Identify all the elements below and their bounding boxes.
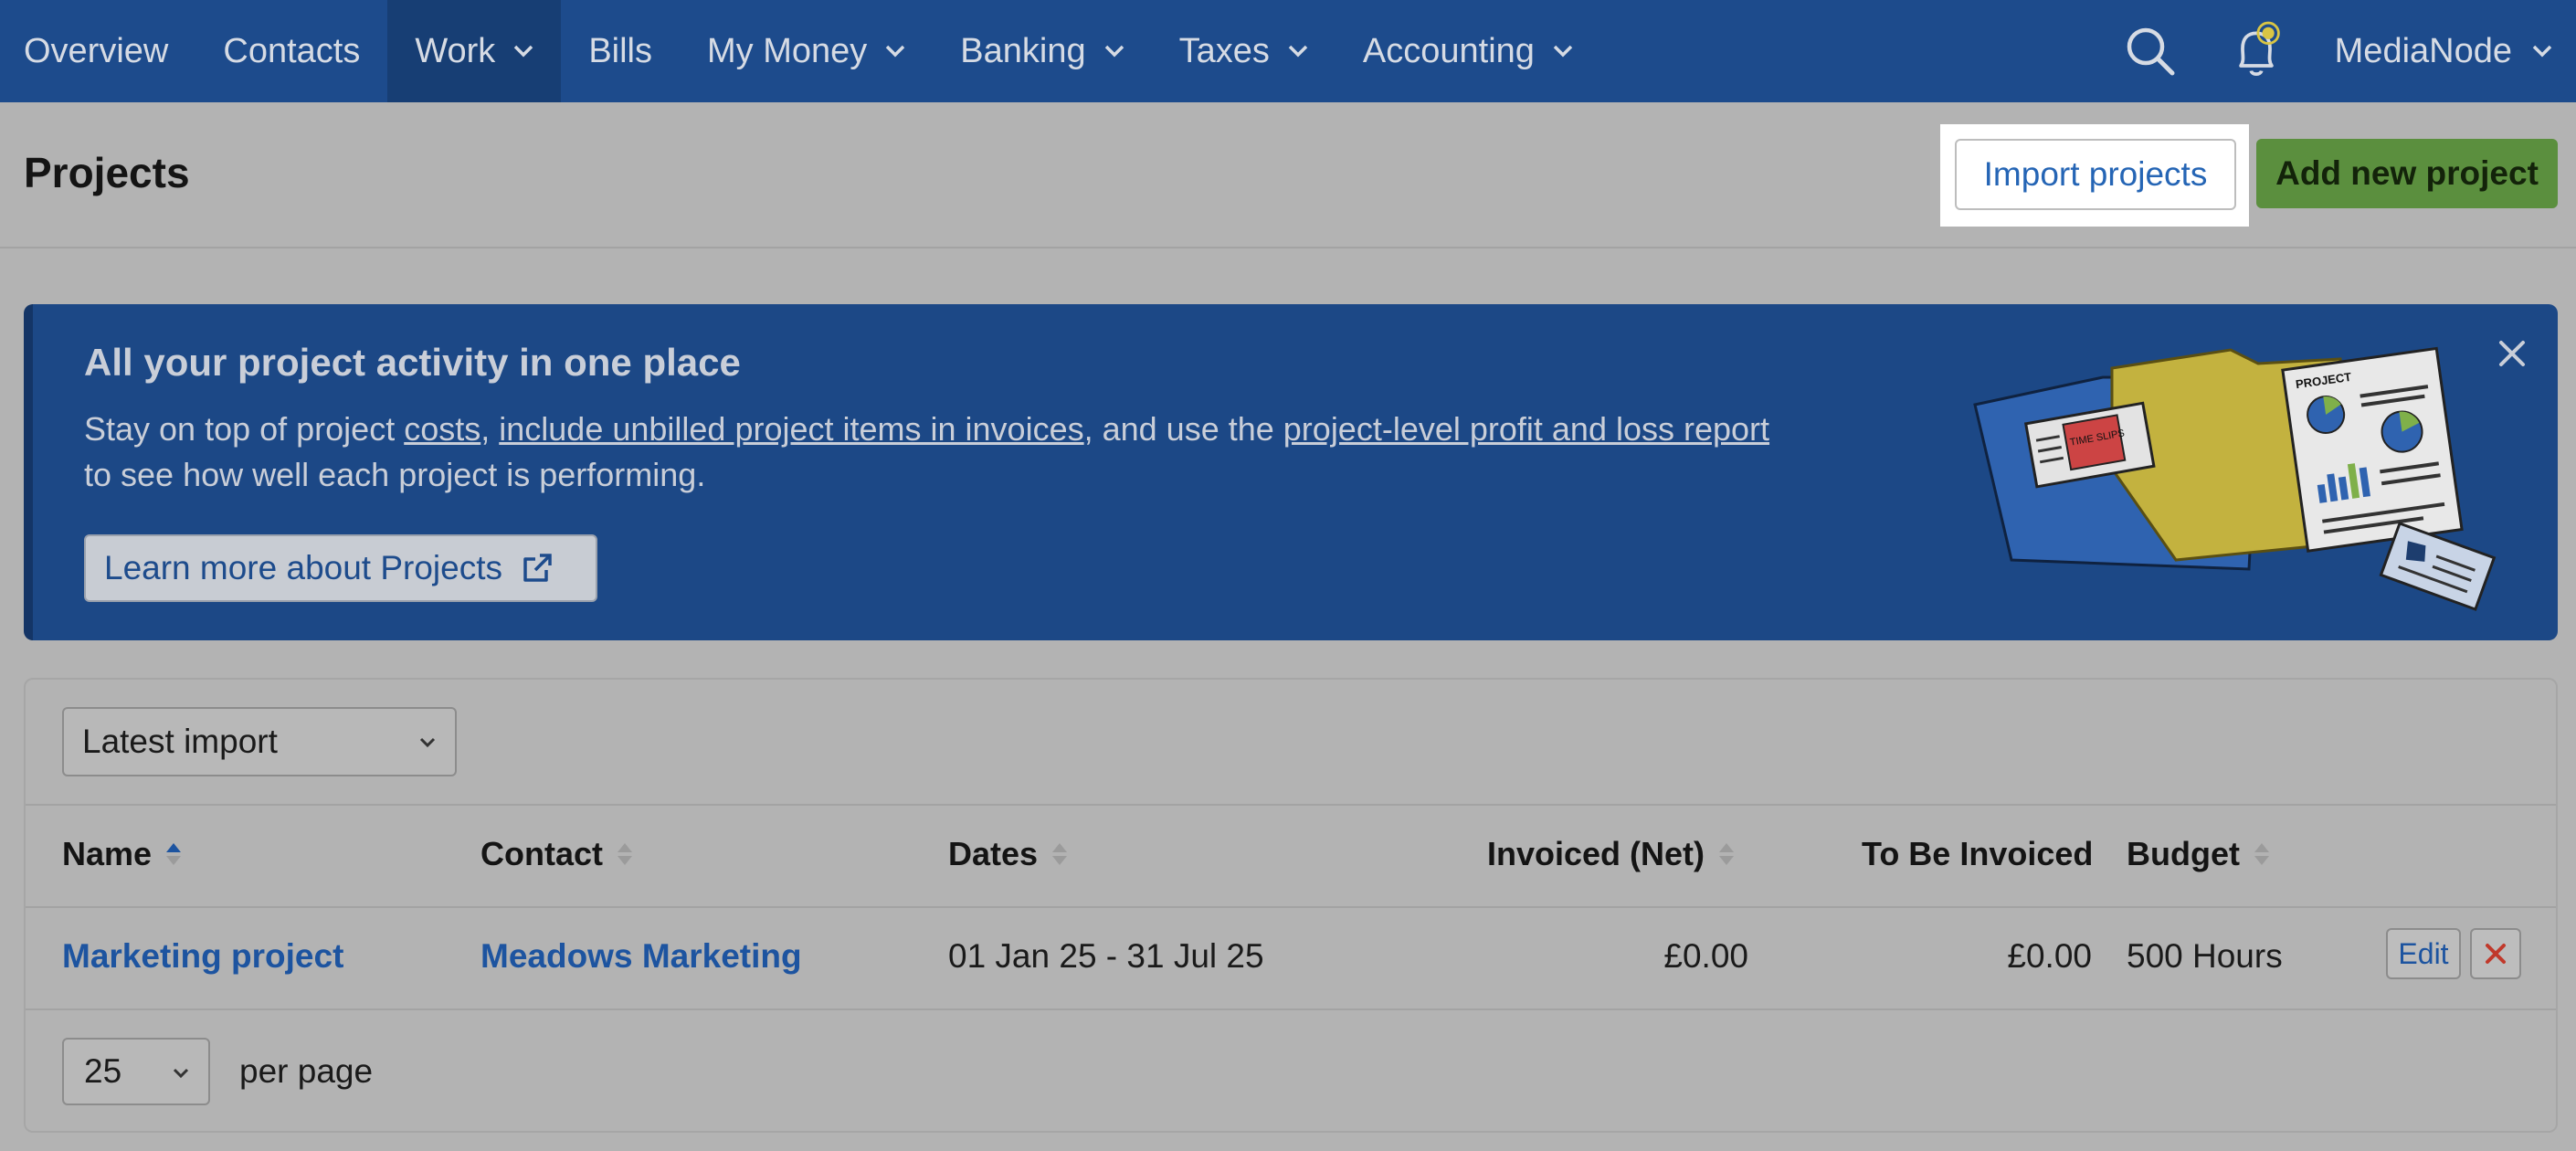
column-header-label: Name: [62, 835, 153, 872]
column-header-contact[interactable]: Contact: [480, 835, 634, 873]
nav-item-overview[interactable]: Overview: [0, 0, 195, 102]
column-header-to-be-invoiced: To Be Invoiced: [1862, 835, 2093, 873]
banner-text-part: ,: [480, 410, 500, 448]
column-header-name[interactable]: Name: [62, 835, 183, 873]
sort-icon: [1052, 843, 1068, 865]
chevron-down-icon: [1104, 45, 1124, 58]
chevron-down-icon: [1288, 45, 1308, 58]
page-header: Projects Import projects Add new project: [0, 102, 2576, 248]
learn-more-label: Learn more about Projects: [104, 549, 503, 586]
edit-button[interactable]: Edit: [2386, 928, 2461, 979]
column-header-label: Budget: [2127, 835, 2240, 872]
column-header-label: To Be Invoiced: [1862, 835, 2094, 872]
banner-text-part: to see how well each project is performi…: [84, 456, 706, 493]
invoices-link[interactable]: include unbilled project items in invoic…: [499, 410, 1083, 448]
learn-more-button[interactable]: Learn more about Projects: [84, 534, 597, 602]
per-page-label: per page: [239, 1052, 374, 1090]
import-filter-select[interactable]: Latest import: [62, 707, 457, 776]
chevron-down-icon: [1553, 45, 1573, 58]
per-page-select[interactable]: 25: [62, 1038, 210, 1105]
sort-icon: [618, 843, 632, 865]
nav-item-bills[interactable]: Bills: [561, 0, 680, 102]
nav-item-my-money[interactable]: My Money: [680, 0, 933, 102]
projects-table-panel: Latest import Name Contact Dates Invoice…: [24, 678, 2558, 1133]
contact-link[interactable]: Meadows Marketing: [480, 937, 802, 976]
top-nav: Overview Contacts Work Bills My Money Ba…: [0, 0, 2576, 102]
column-header-label: Contact: [480, 835, 603, 872]
banner-text-part: , and use the: [1083, 410, 1283, 448]
sort-icon: [1719, 843, 1735, 865]
invoiced-amount: £0.00: [1663, 937, 1748, 975]
profit-loss-report-link[interactable]: project-level profit and loss report: [1283, 410, 1769, 448]
column-header-invoiced[interactable]: Invoiced (Net): [1487, 835, 1736, 873]
nav-item-taxes[interactable]: Taxes: [1152, 0, 1336, 102]
folders-illustration: TIME SLIPS PROJECT: [1973, 346, 2497, 611]
banner-text: Stay on top of project costs, include un…: [84, 407, 1783, 498]
nav-item-label: Bills: [588, 31, 652, 70]
column-header-label: Dates: [948, 835, 1039, 872]
banner-heading: All your project activity in one place: [84, 341, 741, 384]
import-filter-value: Latest import: [82, 723, 278, 760]
account-menu[interactable]: MediaNode: [2309, 32, 2576, 71]
divider: [26, 1008, 2556, 1010]
project-name-link[interactable]: Marketing project: [62, 937, 343, 976]
budget-value: 500 Hours: [2127, 937, 2283, 975]
project-dates: 01 Jan 25 - 31 Jul 25: [948, 937, 1264, 975]
nav-item-label: Banking: [960, 31, 1086, 70]
import-projects-button[interactable]: Import projects: [1955, 139, 2236, 210]
nav-item-label: My Money: [707, 31, 868, 70]
nav-item-label: Taxes: [1178, 31, 1270, 70]
nav-item-accounting[interactable]: Accounting: [1336, 0, 1600, 102]
notifications-button[interactable]: [2229, 21, 2284, 79]
search-icon: [2127, 27, 2175, 76]
to-be-invoiced-amount: £0.00: [2007, 937, 2092, 975]
account-name: MediaNode: [2334, 31, 2512, 70]
divider: [26, 906, 2556, 908]
add-new-project-button[interactable]: Add new project: [2256, 139, 2558, 208]
nav-item-label: Contacts: [223, 31, 361, 70]
delete-button[interactable]: [2470, 928, 2521, 979]
nav-item-label: Accounting: [1362, 31, 1535, 70]
info-banner: All your project activity in one place S…: [24, 304, 2558, 640]
close-icon: [2486, 944, 2506, 964]
search-button[interactable]: [2123, 24, 2178, 79]
column-header-label: Invoiced (Net): [1487, 835, 1705, 872]
nav-right: MediaNode: [2097, 0, 2576, 102]
chevron-down-icon: [2532, 45, 2552, 58]
nav-item-label: Overview: [24, 31, 169, 70]
sort-icon: [2254, 843, 2269, 865]
import-highlight: Import projects: [1940, 124, 2249, 227]
nav-item-label: Work: [415, 31, 496, 70]
nav-item-banking[interactable]: Banking: [933, 0, 1151, 102]
divider: [26, 804, 2556, 806]
page-title: Projects: [24, 149, 190, 196]
chevron-down-icon: [886, 45, 905, 58]
column-header-dates[interactable]: Dates: [948, 835, 1069, 873]
per-page-value: 25: [84, 1052, 122, 1090]
sort-ascending-icon: [166, 843, 182, 865]
chevron-down-icon: [173, 1068, 189, 1079]
external-link-icon: [523, 554, 552, 582]
costs-link[interactable]: costs: [404, 410, 480, 448]
banner-text-part: Stay on top of project: [84, 410, 405, 448]
nav-item-contacts[interactable]: Contacts: [195, 0, 387, 102]
column-header-budget[interactable]: Budget: [2127, 835, 2271, 873]
bell-icon: [2238, 21, 2280, 76]
nav-item-work[interactable]: Work: [387, 0, 562, 102]
chevron-down-icon: [514, 45, 533, 58]
chevron-down-icon: [419, 737, 436, 748]
